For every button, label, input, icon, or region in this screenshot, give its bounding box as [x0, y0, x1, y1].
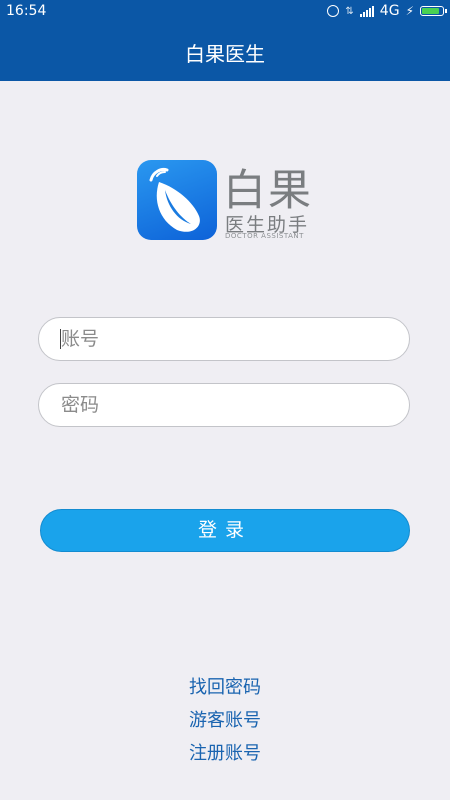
password-input[interactable]: 密码 — [38, 383, 410, 427]
brand-name: 白果 — [223, 166, 313, 216]
login-button[interactable]: 登录 — [40, 509, 410, 552]
network-type: 4G — [379, 3, 400, 19]
text-cursor — [60, 329, 61, 349]
guest-account-link[interactable]: 游客账号 — [0, 706, 450, 732]
status-icons: ⇅ 4G ⚡ — [327, 3, 447, 19]
signal-icon — [359, 5, 374, 17]
ginkgo-leaf-icon — [137, 160, 217, 240]
brand-english: DOCTOR ASSISTANT — [225, 232, 304, 240]
status-bar: 16:54 ⇅ 4G ⚡ — [0, 0, 450, 24]
password-placeholder: 密码 — [61, 394, 100, 416]
register-account-link[interactable]: 注册账号 — [0, 739, 450, 765]
app-header: 白果医生 — [0, 24, 450, 81]
battery-icon — [420, 6, 447, 16]
alarm-icon — [327, 5, 340, 17]
account-placeholder: 账号 — [61, 328, 100, 350]
brand-logo: 白果 医生助手 DOCTOR ASSISTANT — [137, 160, 317, 244]
charging-icon: ⚡ — [405, 4, 414, 18]
status-time: 16:54 — [6, 3, 47, 19]
page-title: 白果医生 — [185, 42, 265, 66]
data-transfer-icon: ⇅ — [345, 5, 354, 17]
forgot-password-link[interactable]: 找回密码 — [0, 673, 450, 699]
account-input[interactable]: 账号 — [38, 317, 410, 361]
